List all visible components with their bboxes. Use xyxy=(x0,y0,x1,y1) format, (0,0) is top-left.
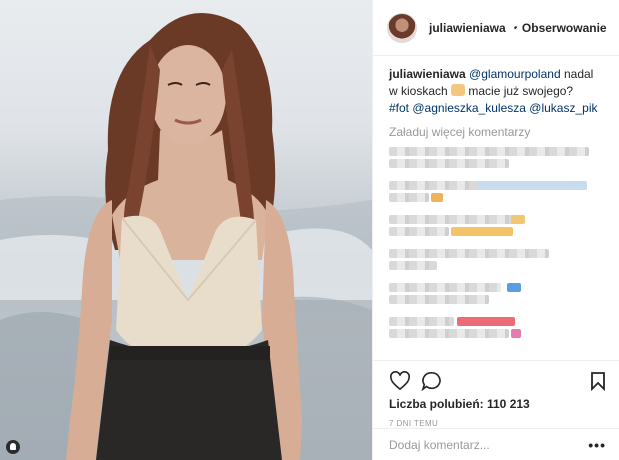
mention-link[interactable]: @agnieszka_kulesza xyxy=(412,101,526,115)
post-photo[interactable] xyxy=(0,0,372,460)
comment-input[interactable] xyxy=(389,437,589,452)
mention-link[interactable]: @lukasz_pik xyxy=(529,101,597,115)
more-options-icon[interactable]: ••• xyxy=(588,437,606,453)
follow-button[interactable]: Obserwowanie xyxy=(522,21,607,35)
post-header: juliawieniawa • Obserwowanie xyxy=(373,0,619,56)
tag-person-icon[interactable] xyxy=(6,440,20,454)
blurred-comment xyxy=(389,215,605,241)
caption-username[interactable]: juliawieniawa xyxy=(389,67,466,81)
load-more-comments[interactable]: Załaduj więcej komentarzy xyxy=(389,125,605,139)
blurred-comment xyxy=(389,181,605,207)
blurred-comment xyxy=(389,147,605,173)
post-side-panel: juliawieniawa • Obserwowanie juliawienia… xyxy=(372,0,619,460)
post-actions: Liczba polubień: 110 213 7 DNI TEMU xyxy=(373,360,619,428)
likes-count[interactable]: Liczba polubień: 110 213 xyxy=(389,397,606,411)
photo-illustration xyxy=(0,12,372,460)
comments-list[interactable]: juliawieniawa @glamourpoland nadal w kio… xyxy=(373,56,619,363)
mention-link[interactable]: @glamourpoland xyxy=(469,67,561,81)
caption-text-2: macie już swojego? xyxy=(468,84,574,98)
raised-hands-emoji xyxy=(451,84,466,96)
blurred-comment xyxy=(389,317,605,343)
author-username[interactable]: juliawieniawa xyxy=(429,21,506,35)
post-caption: juliawieniawa @glamourpoland nadal w kio… xyxy=(389,66,605,117)
avatar[interactable] xyxy=(387,12,417,43)
heart-icon[interactable] xyxy=(389,371,411,391)
comment-icon[interactable] xyxy=(421,371,443,391)
action-icons-row xyxy=(389,369,606,391)
add-comment-bar: ••• xyxy=(373,428,619,460)
hashtag-link[interactable]: #fot xyxy=(389,101,409,115)
blurred-comment xyxy=(389,249,605,275)
bookmark-icon[interactable] xyxy=(590,371,606,391)
blurred-comment xyxy=(389,283,605,309)
post-timestamp[interactable]: 7 DNI TEMU xyxy=(389,419,606,428)
